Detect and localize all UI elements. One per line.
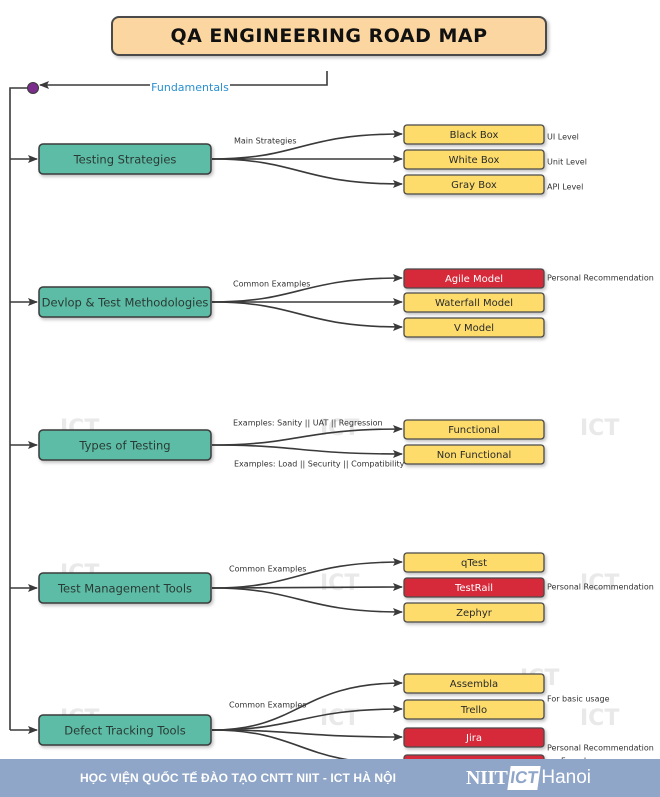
category-label: Types of Testing	[78, 439, 170, 453]
brand-logo[interactable]: NIIT ICT Hanoi	[466, 765, 591, 791]
root-dot[interactable]	[27, 82, 39, 94]
item-label: White Box	[449, 155, 500, 166]
category-node[interactable]: Testing Strategies	[38, 143, 212, 175]
footer-banner: HỌC VIỆN QUỐC TẾ ĐÀO TẠO CNTT NIIT - ICT…	[0, 759, 660, 797]
logo-ict: ICT	[507, 766, 542, 790]
node-layer: Testing Strategies Black Box White Box Gray…	[27, 82, 545, 775]
item-node[interactable]: Gray Box	[403, 174, 545, 195]
item-label: V Model	[454, 323, 494, 334]
logo-hanoi: Hanoi	[541, 767, 592, 788]
fundamentals-label: Fundamentals	[151, 81, 229, 94]
trunk-line	[9, 87, 33, 730]
item-node[interactable]: Assembla	[403, 673, 545, 694]
item-connector	[211, 583, 403, 592]
item-label: Assembla	[450, 679, 498, 690]
item-node[interactable]: Functional	[403, 419, 545, 440]
watermark-text: ICT	[320, 571, 359, 596]
category-node[interactable]: Devlop & Test Methodologies	[38, 286, 212, 318]
item-node[interactable]: Zephyr	[403, 602, 545, 623]
branch-label: Main Strategies	[234, 137, 297, 146]
item-label: Functional	[448, 425, 499, 436]
item-node[interactable]: Black Box	[403, 124, 545, 145]
branch-label: Examples: Sanity || UAT || Regression	[233, 419, 383, 428]
item-label: Gray Box	[451, 180, 497, 191]
label-layer: UI Level Unit Level API Level Main Strategi…	[151, 81, 654, 766]
roadmap-diagram: ICTICTICTICTICTICTICTICTICTICT Testing S…	[9, 71, 654, 775]
item-connector	[211, 705, 403, 731]
branch-label: Common Examples	[229, 701, 306, 710]
item-node[interactable]: Jira	[403, 727, 545, 748]
item-note: Personal Recommendation	[547, 583, 654, 592]
item-node[interactable]: Trello	[403, 699, 545, 720]
category-node[interactable]: Types of Testing	[38, 429, 212, 461]
watermark-text: ICT	[320, 706, 359, 731]
item-label: TestRail	[454, 583, 493, 594]
branch-label: Common Examples	[229, 565, 306, 574]
item-connector	[211, 444, 403, 458]
category-node[interactable]: Defect Tracking Tools	[38, 714, 212, 746]
item-label: Agile Model	[445, 274, 503, 285]
footer-text: HỌC VIỆN QUỐC TẾ ĐÀO TẠO CNTT NIIT - ICT…	[80, 771, 397, 785]
category-node[interactable]: Test Management Tools	[38, 572, 212, 604]
item-node[interactable]: Non Functional	[403, 444, 545, 465]
category-label: Defect Tracking Tools	[64, 724, 185, 738]
item-label: Zephyr	[456, 608, 493, 619]
watermark-text: ICT	[580, 416, 619, 441]
item-connector	[211, 587, 403, 616]
item-node[interactable]: White Box	[403, 149, 545, 170]
item-label: Trello	[460, 705, 487, 716]
item-node[interactable]: Agile Model	[403, 268, 545, 289]
category-label: Testing Strategies	[73, 153, 177, 167]
item-label: Non Functional	[437, 450, 512, 461]
group-note: For basic usage	[547, 695, 610, 704]
branch-label: Examples: Load || Security || Compatibil…	[234, 460, 405, 469]
branch-label: Common Examples	[233, 280, 310, 289]
logo-niit: NIIT	[466, 766, 508, 789]
category-label: Devlop & Test Methodologies	[42, 296, 209, 310]
category-label: Test Management Tools	[57, 582, 192, 596]
item-connector	[211, 425, 403, 446]
item-note: Personal Recommendation	[547, 274, 654, 283]
item-node[interactable]: Waterfall Model	[403, 292, 545, 313]
item-label: Waterfall Model	[435, 298, 513, 309]
item-node[interactable]: qTest	[403, 552, 545, 573]
watermark-text: ICT	[580, 706, 619, 731]
item-connector	[211, 158, 403, 188]
item-note: API Level	[547, 183, 583, 192]
item-node[interactable]: V Model	[403, 317, 545, 338]
item-note: Unit Level	[547, 158, 587, 167]
group-note: Personal Recommendation	[547, 744, 654, 753]
item-label: Black Box	[450, 130, 499, 141]
item-label: Jira	[465, 733, 482, 744]
item-note: UI Level	[547, 133, 579, 142]
item-connector	[211, 301, 403, 331]
item-label: qTest	[461, 558, 487, 569]
item-node[interactable]: TestRail	[403, 577, 545, 598]
